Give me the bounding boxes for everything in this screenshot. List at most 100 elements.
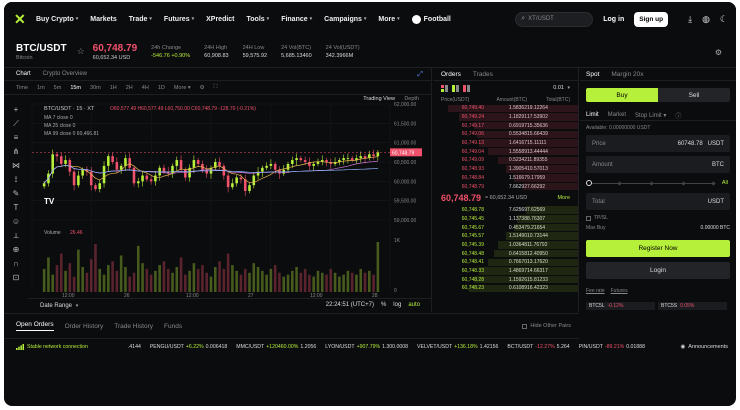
magnet-icon[interactable]: ∩ <box>13 257 19 271</box>
nav-buy-crypto[interactable]: Buy Crypto ▾ <box>36 16 78 23</box>
slider-all-label[interactable]: All <box>722 180 728 186</box>
tab-trades[interactable]: Trades <box>473 71 493 78</box>
signup-button[interactable]: Sign up <box>634 11 669 27</box>
market-ticker[interactable]: MMC/USDT +120460.00% 1.2056 <box>236 344 316 350</box>
trendline-icon[interactable]: ⟋ <box>13 117 19 131</box>
orderbook-row[interactable]: 60,749.06 0.55348 15.66439 <box>433 130 578 139</box>
slider-handle[interactable] <box>586 180 592 186</box>
order-type-stop-limit[interactable]: Stop Limit ▾ <box>635 112 666 119</box>
timeframe-4h[interactable]: 4H <box>142 85 149 91</box>
timeframe-more[interactable]: More ▾ <box>174 85 191 91</box>
market-ticker[interactable]: VELVET/USDT +136.18% 1.42156 <box>417 344 498 350</box>
market-ticker[interactable]: PIN/USDT -89.21% 0.01888 <box>579 344 645 350</box>
orderbook-row[interactable]: 60,748.78 7.62569 7.62569 <box>433 206 578 215</box>
leveraged-token-btc5s[interactable]: BTC5S 0.05% <box>658 302 727 310</box>
tab-margin-20x[interactable]: Margin 20x <box>611 71 643 78</box>
orderbook-row[interactable]: 60,745.45 1.13738 8.76307 <box>433 215 578 224</box>
horizontal-lines-icon[interactable]: ≡ <box>14 131 19 145</box>
tab-spot[interactable]: Spot <box>586 71 599 78</box>
zoom-icon[interactable]: ⊕ <box>13 243 20 257</box>
market-ticker[interactable]: .4144 <box>128 344 141 350</box>
tab-crypto-overview[interactable]: Crypto Overview <box>43 71 87 77</box>
percent-toggle[interactable]: % <box>381 302 386 308</box>
nav-tools[interactable]: Tools ▾ <box>247 16 270 23</box>
order-type-market[interactable]: Market <box>608 112 626 118</box>
tab-order-history[interactable]: Order History <box>65 323 104 330</box>
orderbook-row[interactable]: 60,748.23 0.61089 16.42323 <box>433 284 578 293</box>
log-toggle[interactable]: log <box>393 302 401 308</box>
price-step-select[interactable]: 0.01 ▾ <box>553 85 570 91</box>
expand-icon[interactable]: ⤢ <box>417 71 423 79</box>
timeframe-15m[interactable]: 15m <box>70 85 81 91</box>
bids-only-icon[interactable] <box>452 84 459 92</box>
pair-selector[interactable]: BTC/USDT Bitcoin <box>16 43 67 61</box>
orderbook-row[interactable]: 60,749.13 1.64167 15.11111 <box>433 139 578 148</box>
price-chart[interactable]: 60,748.79 62,000.00 61,500.00 61,000.00 60,5… <box>28 96 432 298</box>
favorite-star-icon[interactable]: ☆ <box>77 46 85 57</box>
tab-orders[interactable]: Orders <box>441 71 461 78</box>
tab-open-orders[interactable]: Open Orders <box>16 321 54 331</box>
nav-trade[interactable]: Trade ▾ <box>129 16 152 23</box>
timeframe-1m[interactable]: 1m <box>37 85 45 91</box>
orderbook-row[interactable]: 60,745.39 1.03648 11.76792 <box>433 241 578 250</box>
total-field[interactable]: Total USDT <box>586 193 730 210</box>
moon-icon[interactable]: ☾ <box>720 14 728 25</box>
forecast-icon[interactable]: ⟟ <box>15 173 18 187</box>
amount-field[interactable]: Amount BTC <box>586 156 730 173</box>
nav-markets[interactable]: Markets <box>90 16 116 23</box>
text-icon[interactable]: T <box>14 201 19 215</box>
orderbook-row[interactable]: 60,748.84 1.51667 9.17959 <box>433 174 578 183</box>
orderbook-row[interactable]: 60,748.93 1.39054 10.57013 <box>433 165 578 174</box>
price-field[interactable]: Price 60748.78 USDT <box>586 135 730 152</box>
market-ticker[interactable]: PENGU/USDT +6.22% 0.006418 <box>150 344 227 350</box>
emoji-icon[interactable]: ☺ <box>12 215 20 229</box>
orderbook-row[interactable]: 60,749.24 1.18291 17.53902 <box>433 113 578 122</box>
announcements-button[interactable]: ◉ Announcements <box>676 340 728 354</box>
nav-xpredict[interactable]: XPredict <box>206 16 234 23</box>
orderbook-row[interactable]: 60,749.09 0.52342 11.89355 <box>433 156 578 165</box>
auto-toggle[interactable]: auto <box>408 302 420 308</box>
pitchfork-icon[interactable]: ⋔ <box>13 145 20 159</box>
nav-futures[interactable]: Futures ▾ <box>164 16 194 23</box>
ruler-icon[interactable]: ⟂ <box>13 229 18 243</box>
sell-tab[interactable]: Sell <box>658 88 730 102</box>
nav-more[interactable]: More ▾ <box>378 16 399 23</box>
amount-slider[interactable]: All <box>586 179 728 189</box>
timeframe-1d[interactable]: 1D <box>158 85 165 91</box>
futures-link[interactable]: Futures <box>611 288 628 294</box>
orderbook-row[interactable]: 60,748.33 1.48697 14.66317 <box>433 267 578 276</box>
orderbook-row[interactable]: 60,749.40 1.58362 19.12264 <box>433 104 578 113</box>
timeframe-time[interactable]: Time <box>16 85 28 91</box>
nav-campaigns[interactable]: Campaigns ▾ <box>324 16 366 23</box>
market-ticker[interactable]: LYON/USDT +907.79% 1.300.0008 <box>325 344 408 350</box>
orderbook-row[interactable]: 60,748.79 7.66292 7.66292 <box>433 182 578 191</box>
hide-other-pairs-checkbox[interactable]: Hide Other Pairs <box>522 323 571 329</box>
nav-football[interactable]: Football <box>411 14 451 24</box>
orderbook-row[interactable]: 60,749.17 0.69197 15.35636 <box>433 121 578 130</box>
tab-trade-history[interactable]: Trade History <box>114 323 153 330</box>
timeframe-2h[interactable]: 2H <box>126 85 133 91</box>
order-type-limit[interactable]: Limit <box>586 112 599 118</box>
tab-chart[interactable]: Chart <box>16 71 31 77</box>
orderbook-more-link[interactable]: More <box>557 195 570 201</box>
leveraged-token-btc5l[interactable]: BTC5L -0.12% <box>586 302 655 310</box>
tab-funds[interactable]: Funds <box>164 323 182 330</box>
both-sides-icon[interactable] <box>441 84 448 92</box>
asks-only-icon[interactable] <box>463 84 470 92</box>
buy-tab[interactable]: Buy <box>586 88 658 102</box>
fee-rate-link[interactable]: Fee rate <box>586 288 605 294</box>
orderbook-row[interactable]: 60,745.67 0.45347 9.21654 <box>433 223 578 232</box>
tpsl-checkbox[interactable]: TP/SL <box>586 215 730 221</box>
xt-logo-icon[interactable]: ✕ <box>14 12 28 26</box>
orderbook-row[interactable]: 60,748.28 1.15926 15.81233 <box>433 275 578 284</box>
timeframe-1h[interactable]: 1H <box>110 85 117 91</box>
login-button[interactable]: Login <box>586 262 730 279</box>
orderbook-row[interactable]: 60,749.04 1.55589 13.44444 <box>433 147 578 156</box>
nav-finance[interactable]: Finance ▾ <box>281 16 312 23</box>
gear-icon[interactable]: ⚙ <box>715 48 722 57</box>
pattern-icon[interactable]: ⋈ <box>12 159 20 173</box>
market-ticker[interactable]: BCT/USDT -12.27% 5.264 <box>507 344 569 350</box>
timeframe-30m[interactable]: 30m <box>90 85 101 91</box>
orderbook-row[interactable]: 60,748.48 0.64158 12.40950 <box>433 249 578 258</box>
timeframe-5m[interactable]: 5m <box>54 85 62 91</box>
